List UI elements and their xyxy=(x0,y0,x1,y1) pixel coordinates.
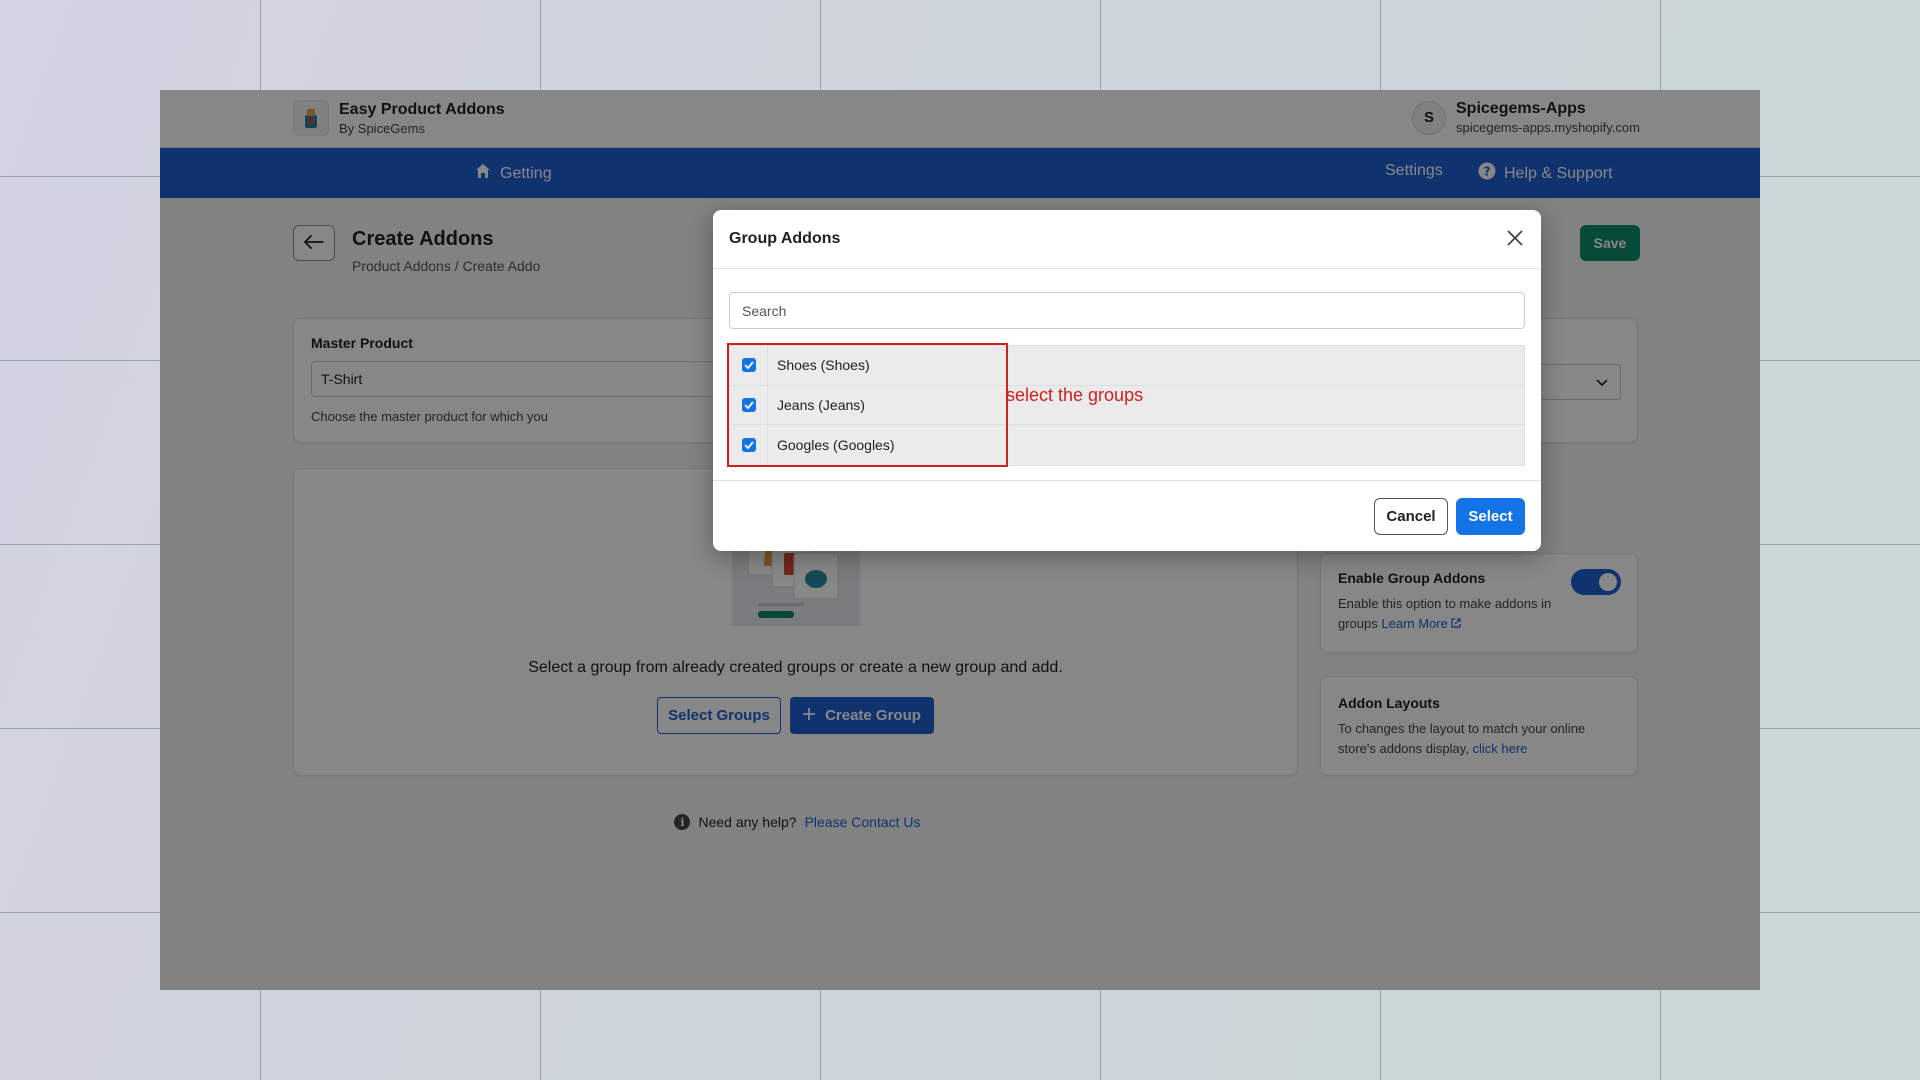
group-addons-modal: Group Addons Shoes (Shoes) xyxy=(713,210,1541,551)
checkbox-cell xyxy=(730,385,768,424)
list-item[interactable]: Shoes (Shoes) xyxy=(730,346,1524,386)
checkbox-cell xyxy=(730,346,768,385)
checkbox-checked[interactable] xyxy=(741,397,756,412)
app-window: Easy Product Addons By SpiceGems S Spice… xyxy=(160,90,1760,990)
annotation-text: select the groups xyxy=(1006,385,1144,405)
group-label: Shoes (Shoes) xyxy=(777,357,870,374)
modal-footer: Cancel Select xyxy=(713,480,1541,551)
close-icon xyxy=(1507,229,1523,249)
list-item[interactable]: Googles (Googles) xyxy=(730,425,1524,465)
checkbox-cell xyxy=(730,425,768,465)
search-input[interactable] xyxy=(729,292,1525,329)
modal-header: Group Addons xyxy=(713,210,1541,269)
cancel-button[interactable]: Cancel xyxy=(1374,498,1448,535)
close-button[interactable] xyxy=(1503,227,1527,251)
checkbox-checked[interactable] xyxy=(741,437,756,452)
checkbox-checked[interactable] xyxy=(741,358,756,373)
group-label: Jeans (Jeans) xyxy=(777,396,865,413)
select-button[interactable]: Select xyxy=(1456,498,1525,535)
modal-title: Group Addons xyxy=(729,230,841,247)
group-label: Googles (Googles) xyxy=(777,436,895,453)
